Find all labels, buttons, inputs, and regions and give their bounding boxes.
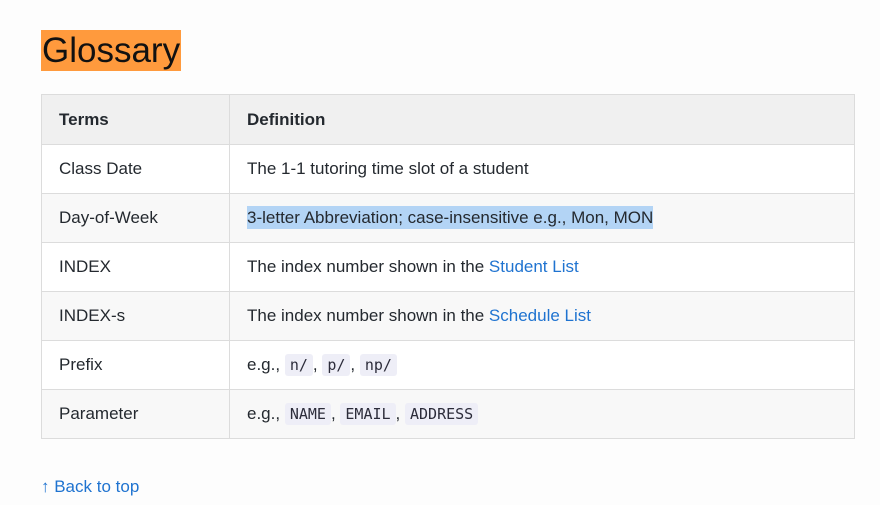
term-cell: INDEX-s	[41, 291, 230, 341]
table-header-row: Terms Definition	[41, 94, 855, 145]
table-row: Class Date The 1-1 tutoring time slot of…	[41, 144, 855, 194]
selected-text[interactable]: 3-letter Abbreviation; case-insensitive …	[247, 206, 654, 229]
separator: ,	[312, 355, 323, 374]
code-snippet: EMAIL	[340, 403, 396, 425]
definition-cell: 3-letter Abbreviation; case-insensitive …	[229, 193, 855, 243]
term-cell: Prefix	[41, 340, 230, 390]
definition-cell: e.g., NAME, EMAIL, ADDRESS	[229, 389, 855, 439]
code-snippet: n/	[284, 354, 313, 376]
code-snippet: p/	[322, 354, 351, 376]
glossary-table: Terms Definition Class Date The 1-1 tuto…	[41, 94, 855, 439]
table-row: Day-of-Week 3-letter Abbreviation; case-…	[41, 193, 855, 243]
header-terms: Terms	[41, 94, 230, 145]
back-to-top-link[interactable]: ↑ Back to top	[41, 477, 139, 497]
term-cell: Parameter	[41, 389, 230, 439]
definition-text: e.g.,	[247, 404, 285, 423]
table-row: Parameter e.g., NAME, EMAIL, ADDRESS	[41, 389, 855, 439]
table-row: Prefix e.g., n/, p/, np/	[41, 340, 855, 390]
definition-text: e.g.,	[247, 355, 285, 374]
definition-cell: The index number shown in the Student Li…	[229, 242, 855, 292]
definition-text: The index number shown in the	[247, 257, 489, 276]
glossary-heading: Glossary	[41, 30, 182, 71]
definition-cell: The index number shown in the Schedule L…	[229, 291, 855, 341]
term-cell: Day-of-Week	[41, 193, 230, 243]
student-list-link[interactable]: Student List	[489, 257, 579, 276]
separator: ,	[350, 355, 360, 374]
code-snippet: NAME	[284, 403, 331, 425]
table-row: INDEX The index number shown in the Stud…	[41, 242, 855, 292]
term-cell: Class Date	[41, 144, 230, 194]
definition-cell: e.g., n/, p/, np/	[229, 340, 855, 390]
schedule-list-link[interactable]: Schedule List	[489, 306, 591, 325]
header-definition: Definition	[229, 94, 855, 145]
code-snippet: ADDRESS	[405, 403, 479, 425]
separator: ,	[395, 404, 405, 423]
code-snippet: np/	[359, 354, 397, 376]
definition-text: The index number shown in the	[247, 306, 489, 325]
definition-cell: The 1-1 tutoring time slot of a student	[229, 144, 855, 194]
term-cell: INDEX	[41, 242, 230, 292]
table-row: INDEX-s The index number shown in the Sc…	[41, 291, 855, 341]
separator: ,	[330, 404, 341, 423]
